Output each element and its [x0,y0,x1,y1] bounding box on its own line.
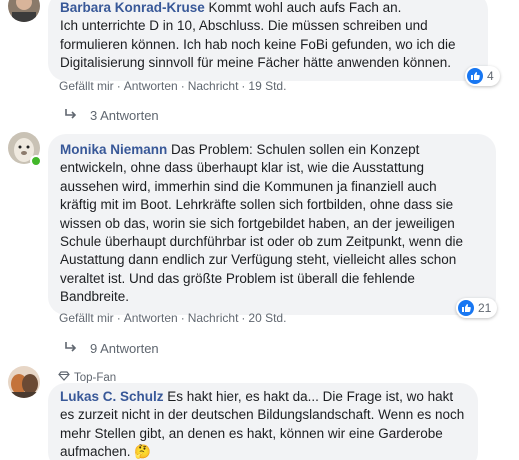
reply-link[interactable]: Antworten [124,79,178,93]
reaction-count[interactable]: 4 [465,66,500,86]
timestamp[interactable]: 19 Std. [248,79,286,93]
comment-bubble: Lukas C. Schulz Es hakt hier, es hakt da… [48,383,478,460]
view-replies-button[interactable]: 9 Antworten [64,341,159,356]
like-link[interactable]: Gefällt mir [59,79,114,93]
avatar[interactable] [8,366,40,398]
comment-text-line: kräftig mit im Boot. Lehrkräfte sollen s… [60,197,454,213]
like-reaction-icon [458,300,474,316]
reaction-count[interactable]: 21 [456,298,498,318]
replies-count: 3 Antworten [90,108,159,123]
comment-text-line: Ich unterrichte D in 10, Abschluss. Die … [60,18,428,34]
comment-bubble: Barbara Konrad-Kruse Kommt wohl auch auf… [48,0,488,81]
comment-author[interactable]: Barbara Konrad-Kruse [60,0,205,15]
comment-text-line: Bandbreite. [60,289,130,305]
separator-dot: · [116,79,121,93]
comment-actions: Gefällt mir · Antworten · Nachricht · 20 Std. [59,311,286,325]
reply-link[interactable]: Antworten [124,311,178,325]
replies-count: 9 Antworten [90,341,159,356]
view-replies-button[interactable]: 3 Antworten [64,108,159,123]
separator-dot: · [116,311,121,325]
comment-text-line: aufmachen. 🤔 [60,444,152,460]
comment-actions: Gefällt mir · Antworten · Nachricht · 19 Std. [59,79,286,93]
comment-text-line: aussehen wird, immerhin sind die Kommune… [60,178,437,194]
reply-arrow-icon [64,108,78,123]
reply-arrow-icon [64,341,78,356]
comment-text-line: Schule überhaupt durchführbar ist oder o… [60,234,463,250]
comment-text-line: formulieren können. Ich hab noch keine F… [60,36,456,52]
comment-text-line: Das Problem: Schulen sollen ein Konzept [167,142,420,157]
comment-text-line: entwickeln, ohne dass überhaupt klar ist… [60,160,424,176]
like-reaction-icon [467,68,483,84]
comment-text-line: Es hakt hier, es hakt da... Die Frage is… [163,389,454,404]
online-status-icon [30,155,42,167]
comment-text-line: veraltet ist. Und das größte Problem ist… [60,270,415,286]
comment-author[interactable]: Lukas C. Schulz [60,389,164,404]
comment-bubble: Monika Niemann Das Problem: Schulen soll… [48,134,496,315]
separator-dot: · [241,311,246,325]
like-link[interactable]: Gefällt mir [59,311,114,325]
separator-dot: · [180,311,185,325]
comment-text-line: wissen ob das, worin sie sich fortgebild… [60,215,455,231]
top-fan-label: Top-Fan [74,371,117,384]
timestamp[interactable]: 20 Std. [248,311,286,325]
comment-text-line: Austattung dann endlich zur Verfügung st… [60,252,457,268]
comment-text-line: Digitalisierung sinnvoll für meine Fäche… [60,55,451,71]
message-link[interactable]: Nachricht [188,79,239,93]
comment-text-line: es zurzeit nicht in der deutschen Bildun… [60,407,465,423]
separator-dot: · [180,79,185,93]
avatar[interactable] [8,0,40,22]
comment-author[interactable]: Monika Niemann [60,142,167,157]
message-link[interactable]: Nachricht [188,311,239,325]
comment-text-line: mehr Stellen gibt, an denen es hakt, kön… [60,425,443,441]
comment-text-line: Kommt wohl auch aufs Fach an. [204,0,402,15]
reaction-number: 4 [487,69,494,83]
separator-dot: · [241,79,246,93]
reaction-number: 21 [478,301,492,315]
